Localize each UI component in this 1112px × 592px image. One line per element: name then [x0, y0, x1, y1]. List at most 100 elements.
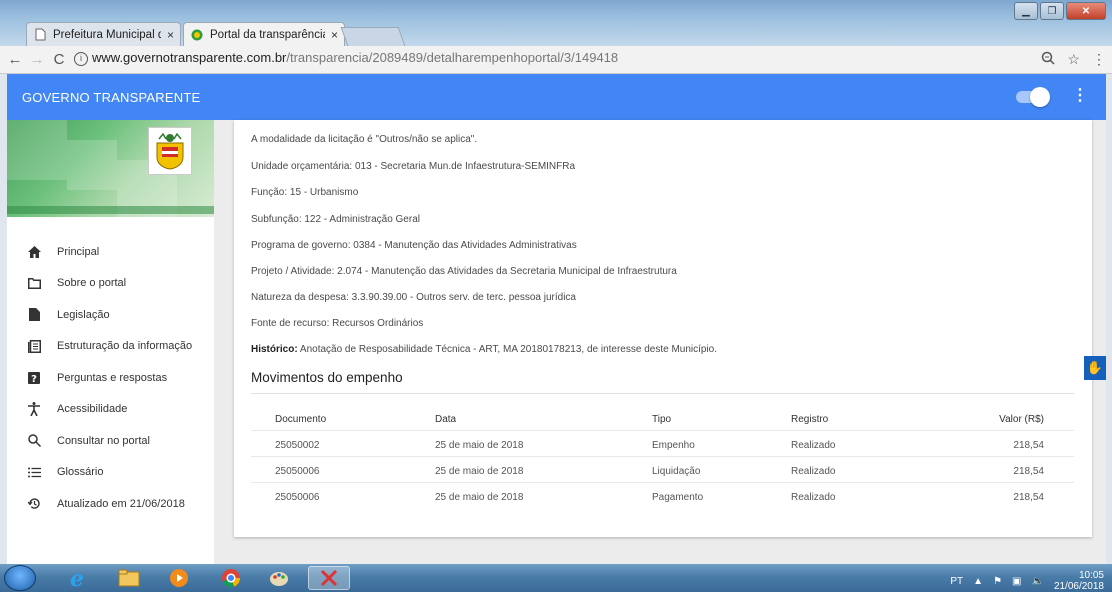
internet-explorer-icon[interactable]: e [56, 566, 98, 590]
sidebar-item-sobre[interactable]: Sobre o portal [7, 268, 214, 300]
sidebar-item-estruturacao[interactable]: Estruturação da informação [7, 331, 214, 363]
tab-prefeitura[interactable]: Prefeitura Municipal de A × [26, 22, 181, 46]
col-valor: Valor (R$) [999, 414, 1044, 425]
app-title[interactable]: GOVERNO TRANSPARENTE [22, 90, 200, 105]
divider [251, 393, 1074, 394]
table-row: 25050006 25 de maio de 2018 Pagamento Re… [251, 484, 1074, 509]
folder-icon [27, 276, 41, 290]
url-field[interactable]: www.governotransparente.com.br/transpare… [92, 50, 618, 65]
sidebar-item-label: Sobre o portal [57, 277, 127, 290]
minimize-icon[interactable]: ▁ [1014, 2, 1038, 20]
tray-expand-icon[interactable]: ▲ [973, 576, 983, 587]
window-controls: ▁ ❐ ✕ [1014, 2, 1106, 20]
col-data: Data [435, 414, 457, 425]
svg-text:e: e [70, 567, 84, 589]
url-host: www.governotransparente.com.br [92, 50, 287, 65]
home-icon [27, 245, 41, 259]
list-icon [27, 339, 41, 353]
toggle-knob [1030, 87, 1050, 107]
sidebar: Principal Sobre o portal Legislação Estr… [7, 120, 214, 564]
content-area: Principal Sobre o portal Legislação Estr… [7, 120, 1106, 564]
sidebar-item-glossario[interactable]: Glossário [7, 457, 214, 489]
start-button[interactable] [4, 565, 36, 591]
file-explorer-icon[interactable] [108, 566, 150, 590]
sidebar-item-label: Glossário [57, 466, 104, 479]
sidebar-item-label: Consultar no portal [57, 434, 150, 447]
tab-close-button[interactable]: × [167, 28, 174, 42]
col-registro: Registro [791, 414, 829, 425]
table-header: Documento Data Tipo Registro Valor (R$) [251, 406, 1074, 431]
clock[interactable]: 10:05 21/06/2018 [1054, 570, 1104, 592]
info-icon[interactable]: i [74, 52, 88, 66]
table-row: 25050002 25 de maio de 2018 Empenho Real… [251, 432, 1074, 457]
os-taskbar: e PT ▲ ⚑ ▣ 🔈 10:05 21/06/2018 [0, 564, 1112, 592]
sidebar-item-label: Estruturação da informação [57, 340, 193, 353]
browser-menu-icon[interactable]: ⋮ [1092, 51, 1106, 68]
sidebar-item-label: Perguntas e respostas [57, 371, 168, 384]
cell-tipo: Liquidação [652, 466, 701, 477]
bookmark-star-icon[interactable]: ☆ [1067, 51, 1080, 68]
action-center-icon[interactable]: ⚑ [993, 576, 1002, 587]
empenho-detail-card: A modalidade da licitação é "Outros/não … [234, 120, 1092, 537]
sidebar-banner [7, 120, 214, 217]
sidebar-item-consultar[interactable]: Consultar no portal [7, 425, 214, 457]
site-favicon-icon [190, 28, 204, 42]
glossary-icon [27, 465, 41, 479]
sidebar-item-acessibilidade[interactable]: Acessibilidade [7, 394, 214, 426]
browser-tabstrip: Prefeitura Municipal de A × Portal da tr… [0, 0, 1112, 46]
historico-text: Histórico: Anotação de Resposabilidade T… [251, 344, 717, 355]
sidebar-item-atualizado[interactable]: Atualizado em 21/06/2018 [7, 488, 214, 520]
url-path: /transparencia/2089489/detalharempenhopo… [286, 50, 619, 65]
historico-label: Histórico: [251, 344, 298, 355]
network-icon[interactable]: ▣ [1012, 576, 1021, 587]
sidebar-item-perguntas[interactable]: ? Perguntas e respostas [7, 362, 214, 394]
subfuncao-text: Subfunção: 122 - Administração Geral [251, 214, 420, 225]
snipping-tool-icon[interactable] [308, 566, 350, 590]
funcao-text: Função: 15 - Urbanismo [251, 187, 359, 198]
media-player-icon[interactable] [158, 566, 200, 590]
file-icon [27, 308, 41, 322]
col-tipo: Tipo [652, 414, 672, 425]
reload-icon[interactable]: C [48, 51, 70, 68]
col-documento: Documento [275, 414, 327, 425]
cell-valor: 218,54 [1013, 492, 1044, 503]
restore-icon[interactable]: ❐ [1040, 2, 1064, 20]
sidebar-item-legislacao[interactable]: Legislação [7, 299, 214, 331]
volume-icon[interactable]: 🔈 [1031, 576, 1043, 587]
history-icon [27, 497, 41, 511]
cell-documento: 25050006 [275, 492, 320, 503]
natureza-text: Natureza da despesa: 3.3.90.39.00 - Outr… [251, 292, 576, 303]
cell-registro: Realizado [791, 440, 836, 451]
accessibility-icon [27, 402, 41, 417]
system-tray: PT ▲ ⚑ ▣ 🔈 10:05 21/06/2018 [950, 570, 1104, 592]
movimentos-title: Movimentos do empenho [251, 370, 403, 385]
back-icon[interactable]: ← [4, 51, 26, 68]
historico-value: Anotação de Resposabilidade Técnica - AR… [297, 344, 718, 355]
clock-time: 10:05 [1078, 570, 1104, 581]
tab-portal[interactable]: Portal da transparência × [183, 22, 345, 46]
close-window-icon[interactable]: ✕ [1066, 2, 1106, 20]
cell-tipo: Pagamento [652, 492, 704, 503]
paint-icon[interactable] [258, 566, 300, 590]
sidebar-item-label: Principal [57, 245, 100, 258]
chrome-icon[interactable] [210, 566, 252, 590]
zoom-icon[interactable] [1041, 51, 1055, 68]
sidebar-item-label: Legislação [57, 308, 110, 321]
sidebar-item-principal[interactable]: Principal [7, 236, 214, 268]
tab-close-button[interactable]: × [331, 28, 338, 42]
contrast-toggle[interactable] [1016, 87, 1050, 107]
table-row: 25050006 25 de maio de 2018 Liquidação R… [251, 458, 1074, 483]
projeto-text: Projeto / Atividade: 2.074 - Manutenção … [251, 266, 677, 277]
sidebar-item-label: Atualizado em 21/06/2018 [57, 497, 185, 510]
tab-label: Portal da transparência [210, 28, 325, 41]
language-indicator[interactable]: PT [950, 576, 963, 587]
sign-language-icon[interactable]: ✋ [1084, 356, 1106, 380]
cell-valor: 218,54 [1013, 466, 1044, 477]
tab-label: Prefeitura Municipal de A [53, 28, 161, 41]
sidebar-item-label: Acessibilidade [57, 403, 128, 416]
cell-documento: 25050006 [275, 466, 320, 477]
forward-icon[interactable]: → [26, 51, 48, 68]
new-tab-button[interactable] [340, 27, 406, 46]
municipal-crest-icon [148, 127, 192, 175]
more-vert-icon[interactable]: ⋮ [1072, 88, 1088, 104]
